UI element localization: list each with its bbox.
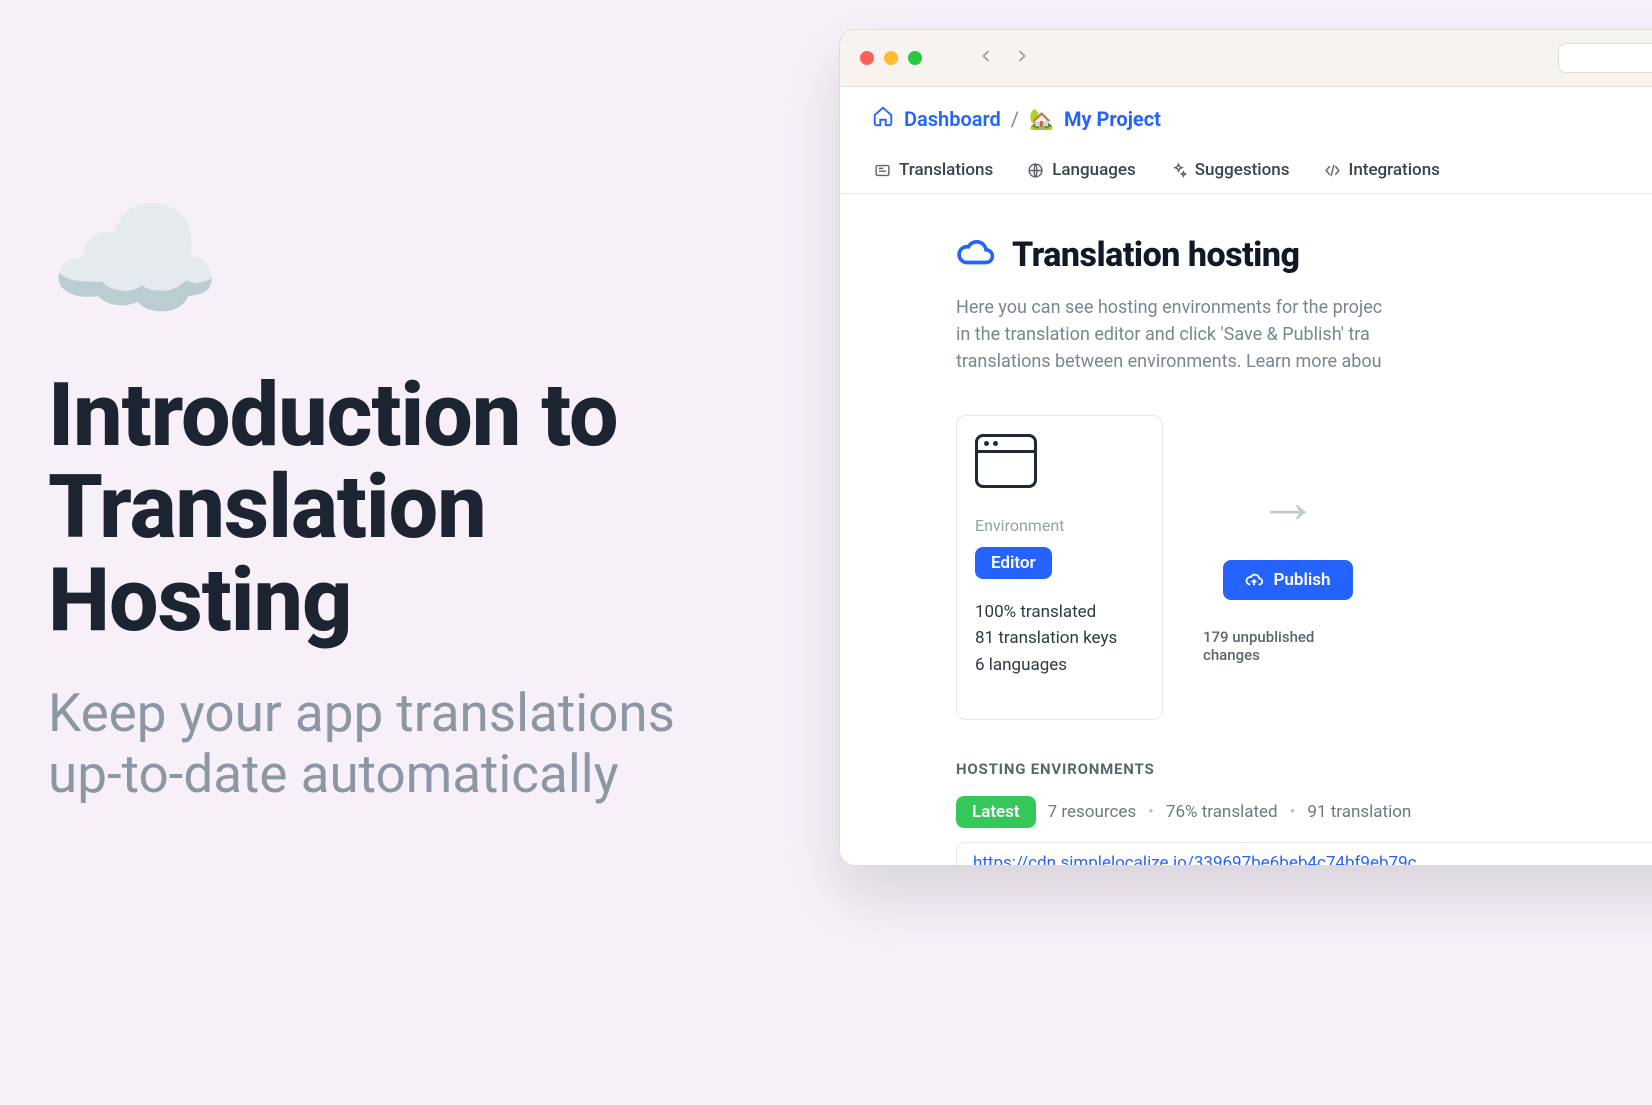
- marketing-headline: Introduction to Translation Hosting: [48, 370, 788, 647]
- nav-back-button[interactable]: [976, 46, 996, 70]
- publish-button-label: Publish: [1273, 570, 1330, 590]
- publish-button[interactable]: Publish: [1223, 560, 1352, 600]
- tab-suggestions[interactable]: Suggestions: [1168, 150, 1292, 193]
- window-zoom-button[interactable]: [908, 51, 922, 65]
- nav-forward-button[interactable]: [1012, 46, 1032, 70]
- headline-line1: Introduction to: [48, 364, 618, 467]
- breadcrumb-sep: /: [1011, 107, 1019, 131]
- environment-label: Environment: [975, 516, 1144, 535]
- marketing-subtitle: Keep your app translations up-to-date au…: [48, 683, 788, 805]
- tab-languages[interactable]: Languages: [1025, 150, 1138, 193]
- hosting-url-row[interactable]: https://cdn.simplelocalize.io/339697be6b…: [957, 843, 1652, 866]
- breadcrumb-project-emoji: 🏡: [1029, 107, 1054, 131]
- home-icon[interactable]: [872, 105, 894, 132]
- hosting-resources: 7 resources: [1048, 802, 1137, 822]
- browser-url-bar[interactable]: [1558, 43, 1652, 73]
- tab-translations[interactable]: Translations: [872, 150, 995, 193]
- cloud-outline-icon: [956, 234, 994, 276]
- cloud-icon: ☁️: [48, 190, 788, 330]
- arrow-right-icon: →: [1258, 472, 1318, 532]
- window-icon: [975, 434, 1037, 488]
- window-close-button[interactable]: [860, 51, 874, 65]
- browser-titlebar: [840, 30, 1652, 87]
- browser-window: Dashboard / 🏡 My Project Translations La…: [839, 29, 1652, 866]
- breadcrumb-project[interactable]: My Project: [1064, 107, 1161, 131]
- headline-line2: Translation Hosting: [48, 456, 486, 651]
- tab-translations-label: Translations: [899, 160, 993, 180]
- breadcrumb: Dashboard / 🏡 My Project: [872, 105, 1652, 132]
- unpublished-count: 179 unpublished changes: [1203, 628, 1373, 664]
- environment-badge: Editor: [975, 547, 1052, 579]
- stat-translated: 100% translated: [975, 599, 1144, 625]
- page-title: Translation hosting: [1012, 235, 1299, 275]
- tab-integrations[interactable]: Integrations: [1322, 150, 1442, 193]
- stat-keys: 81 translation keys: [975, 625, 1144, 651]
- hosting-url-table: https://cdn.simplelocalize.io/339697be6b…: [956, 842, 1652, 866]
- hosting-keys: 91 translation: [1307, 802, 1411, 822]
- stat-languages: 6 languages: [975, 652, 1144, 678]
- sub-line2: up-to-date automatically: [48, 743, 619, 805]
- hosting-summary-row: Latest 7 resources • 76% translated • 91…: [956, 796, 1652, 828]
- environment-card-editor[interactable]: Environment Editor 100% translated 81 tr…: [956, 415, 1163, 720]
- hosting-environments-heading: HOSTING ENVIRONMENTS: [956, 760, 1652, 778]
- hosting-translated: 76% translated: [1166, 802, 1278, 822]
- tab-suggestions-label: Suggestions: [1195, 160, 1290, 180]
- window-minimize-button[interactable]: [884, 51, 898, 65]
- tab-integrations-label: Integrations: [1349, 160, 1440, 180]
- env-badge-latest: Latest: [956, 796, 1036, 828]
- page-description: Here you can see hosting environments fo…: [956, 294, 1516, 375]
- breadcrumb-dashboard[interactable]: Dashboard: [904, 107, 1001, 131]
- tab-languages-label: Languages: [1052, 160, 1136, 180]
- sub-line1: Keep your app translations: [48, 682, 675, 744]
